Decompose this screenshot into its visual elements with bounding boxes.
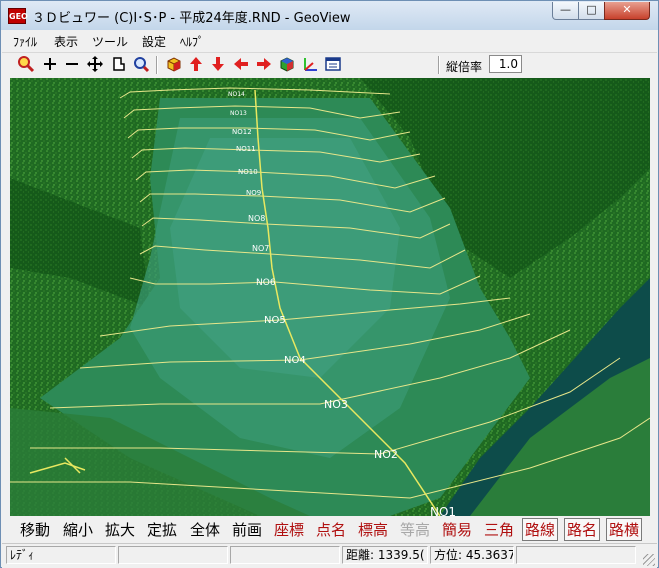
cmd-route-line-button[interactable]: 路線 bbox=[522, 518, 559, 541]
station-label: NO9 bbox=[246, 189, 261, 197]
arrow-down-icon[interactable] bbox=[208, 55, 228, 75]
menu-bar: ﾌｧｲﾙ 表示 ツール 設定 ﾍﾙﾌﾟ bbox=[2, 30, 657, 51]
zoom-area-icon[interactable] bbox=[131, 55, 151, 75]
station-label: NO3 bbox=[324, 398, 348, 411]
cmd-contour-button: 等高 bbox=[400, 521, 431, 539]
window-title: ３Ｄビュワー (C)I･S･P - 平成24年度.RND - GeoView bbox=[32, 11, 351, 26]
station-label: NO2 bbox=[374, 448, 398, 461]
bearing-label: 方位: bbox=[434, 548, 463, 562]
rotate-icon[interactable] bbox=[108, 55, 128, 75]
status-panel-empty bbox=[230, 546, 340, 564]
zoom-icon[interactable] bbox=[16, 55, 36, 75]
arrow-up-icon[interactable] bbox=[186, 55, 206, 75]
status-ready: ﾚﾃﾞｨ bbox=[6, 546, 116, 564]
status-bearing: 方位: 45.3637 bbox=[430, 546, 514, 564]
cmd-fixed-zoom-button[interactable]: 定拡 bbox=[147, 519, 177, 540]
station-label: NO6 bbox=[256, 278, 276, 288]
app-logo-icon: GEO bbox=[8, 8, 28, 24]
3d-viewport[interactable]: NO14 NO13 NO12 NO11 NO10 NO9 NO8 NO7 NO6… bbox=[10, 78, 650, 516]
cmd-triangle-button[interactable]: 三角 bbox=[484, 519, 514, 540]
toolbar: 縦倍率 1.0 bbox=[2, 52, 657, 77]
station-label: NO11 bbox=[236, 145, 256, 153]
arrow-right-icon[interactable] bbox=[254, 55, 274, 75]
toolbar-separator bbox=[156, 56, 158, 74]
move-icon[interactable] bbox=[85, 55, 105, 75]
status-panel-empty bbox=[516, 546, 636, 564]
bearing-value: 45.3637 bbox=[465, 548, 514, 562]
station-label: NO13 bbox=[230, 110, 247, 117]
menu-tools[interactable]: ツール bbox=[92, 33, 128, 50]
menu-view[interactable]: 表示 bbox=[54, 33, 78, 50]
arrow-left-icon[interactable] bbox=[231, 55, 251, 75]
cmd-fit-all-button[interactable]: 全体 bbox=[190, 519, 220, 540]
station-label: NO4 bbox=[284, 355, 306, 366]
vertical-scale-input[interactable]: 1.0 bbox=[489, 55, 522, 73]
cmd-coordinates-button[interactable]: 座標 bbox=[274, 519, 304, 540]
menu-file[interactable]: ﾌｧｲﾙ bbox=[13, 33, 37, 50]
cmd-route-cross-button[interactable]: 路横 bbox=[606, 518, 643, 541]
vertical-scale-label: 縦倍率 bbox=[446, 60, 483, 74]
box-color-icon[interactable] bbox=[277, 55, 297, 75]
maximize-button[interactable]: □ bbox=[578, 2, 605, 20]
title-bar[interactable]: GEO ３Ｄビュワー (C)I･S･P - 平成24年度.RND - GeoVi… bbox=[1, 1, 658, 30]
cmd-zoom-out-button[interactable]: 縮小 bbox=[63, 519, 93, 540]
cmd-route-name-button[interactable]: 路名 bbox=[564, 518, 601, 541]
station-label: NO10 bbox=[238, 168, 258, 176]
app-window: GEO ３Ｄビュワー (C)I･S･P - 平成24年度.RND - GeoVi… bbox=[0, 0, 659, 568]
menu-help[interactable]: ﾍﾙﾌﾟ bbox=[180, 33, 204, 50]
resize-grip-icon[interactable] bbox=[643, 554, 655, 566]
station-label: NO7 bbox=[252, 244, 269, 253]
cube-icon[interactable] bbox=[164, 55, 184, 75]
cmd-point-names-button[interactable]: 点名 bbox=[316, 519, 346, 540]
status-distance: 距離: 1339.5( bbox=[342, 546, 428, 564]
status-bar: ﾚﾃﾞｨ 距離: 1339.5( 方位: 45.3637 bbox=[2, 543, 657, 568]
station-label: NO12 bbox=[232, 128, 252, 136]
close-button[interactable]: ✕ bbox=[604, 2, 650, 20]
command-bar: 移動 縮小 拡大 定拡 全体 前画 座標 点名 標高 等高 簡易 三角 路線 路… bbox=[10, 517, 650, 541]
cmd-elevation-button[interactable]: 標高 bbox=[358, 519, 388, 540]
minus-icon[interactable] bbox=[62, 55, 82, 75]
distance-value: 1339.5( bbox=[377, 548, 425, 562]
menu-settings[interactable]: 設定 bbox=[142, 33, 166, 50]
cmd-zoom-in-button[interactable]: 拡大 bbox=[105, 519, 135, 540]
axis-icon[interactable] bbox=[300, 55, 320, 75]
station-label: NO5 bbox=[264, 315, 286, 326]
cmd-simple-button[interactable]: 簡易 bbox=[442, 519, 472, 540]
distance-label: 距離: bbox=[346, 548, 375, 562]
plus-icon[interactable] bbox=[40, 55, 60, 75]
window-icon[interactable] bbox=[323, 55, 343, 75]
station-label: NO8 bbox=[248, 214, 265, 223]
cmd-pan-button[interactable]: 移動 bbox=[20, 519, 50, 540]
status-panel-empty bbox=[118, 546, 228, 564]
minimize-button[interactable]: — bbox=[552, 2, 579, 20]
terrain-render[interactable]: NO14 NO13 NO12 NO11 NO10 NO9 NO8 NO7 NO6… bbox=[10, 78, 650, 516]
station-label: NO14 bbox=[228, 91, 245, 98]
toolbar-separator bbox=[438, 56, 440, 74]
cmd-previous-view-button[interactable]: 前画 bbox=[232, 519, 262, 540]
station-label: NO1 bbox=[430, 505, 456, 516]
